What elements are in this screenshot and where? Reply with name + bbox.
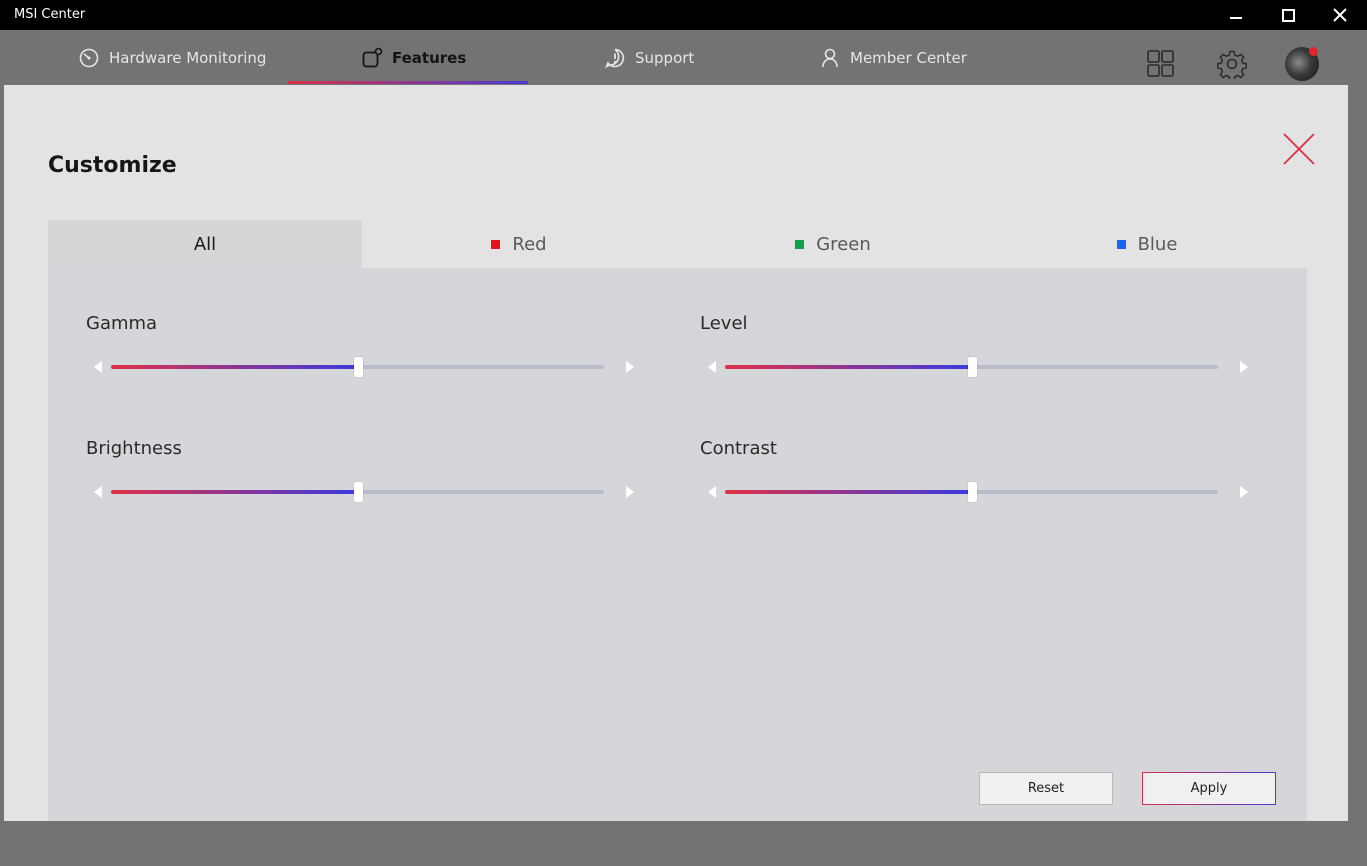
- slider-thumb[interactable]: [967, 482, 977, 502]
- slider-track[interactable]: [111, 482, 604, 502]
- tab-label: Blue: [1137, 233, 1178, 255]
- slider-thumb[interactable]: [353, 482, 363, 502]
- slider-fill: [725, 490, 972, 494]
- dialog-title: Customize: [48, 153, 177, 178]
- top-navigation: Hardware Monitoring Features Support Mem…: [0, 30, 1367, 85]
- person-icon: [822, 48, 838, 67]
- adjustment-panel: Gamma Level Brightness Contrast Reset Ap…: [48, 268, 1307, 821]
- tab-label: All: [193, 233, 217, 255]
- grid-icon[interactable]: [1147, 50, 1174, 77]
- nav-label: Features: [392, 48, 467, 67]
- customize-dialog: Customize All Red Green Blue Gamma Level: [4, 85, 1348, 821]
- decrease-arrow-icon[interactable]: [94, 486, 102, 498]
- level-label: Level: [700, 313, 748, 334]
- nav-hardware-monitoring[interactable]: Hardware Monitoring: [78, 30, 266, 85]
- decrease-arrow-icon[interactable]: [708, 486, 716, 498]
- decrease-arrow-icon[interactable]: [94, 361, 102, 373]
- blue-swatch-icon: [1116, 239, 1126, 249]
- minimize-icon: [1230, 17, 1242, 19]
- tab-label: Red: [512, 233, 547, 255]
- features-icon: [362, 47, 383, 67]
- contrast-label: Contrast: [700, 438, 777, 459]
- channel-tabs: All Red Green Blue: [48, 220, 1307, 268]
- chat-icon: [604, 48, 625, 68]
- active-tab-indicator: [288, 81, 528, 84]
- brightness-label: Brightness: [86, 438, 182, 459]
- slider-fill: [111, 365, 358, 369]
- slider-fill: [111, 490, 358, 494]
- reset-button[interactable]: Reset: [979, 772, 1113, 805]
- tab-green[interactable]: Green: [676, 220, 990, 268]
- tab-label: Green: [816, 233, 871, 255]
- red-swatch-icon: [491, 239, 501, 249]
- tab-blue[interactable]: Blue: [990, 220, 1304, 268]
- nav-features[interactable]: Features: [361, 30, 466, 85]
- nav-label: Support: [635, 48, 695, 67]
- contrast-slider[interactable]: [708, 480, 1248, 504]
- tab-red[interactable]: Red: [362, 220, 676, 268]
- window-title: MSI Center: [14, 7, 86, 22]
- increase-arrow-icon[interactable]: [626, 361, 634, 373]
- level-slider[interactable]: [708, 355, 1248, 379]
- close-icon[interactable]: [1282, 132, 1316, 166]
- gamma-label: Gamma: [86, 313, 158, 334]
- notification-dot: [1309, 47, 1318, 56]
- slider-track[interactable]: [725, 357, 1218, 377]
- window-title-bar: MSI Center: [0, 0, 1367, 30]
- gear-icon[interactable]: [1217, 49, 1247, 79]
- nav-label: Hardware Monitoring: [109, 48, 267, 67]
- nav-label: Member Center: [850, 48, 967, 67]
- green-swatch-icon: [795, 239, 805, 249]
- apply-button[interactable]: Apply: [1142, 772, 1276, 805]
- maximize-button[interactable]: [1265, 0, 1311, 30]
- slider-thumb[interactable]: [967, 357, 977, 377]
- increase-arrow-icon[interactable]: [1240, 361, 1248, 373]
- decrease-arrow-icon[interactable]: [708, 361, 716, 373]
- window-close-button[interactable]: [1317, 0, 1363, 30]
- brightness-slider[interactable]: [94, 480, 634, 504]
- close-icon: [1333, 8, 1347, 22]
- slider-track[interactable]: [111, 357, 604, 377]
- nav-support[interactable]: Support: [604, 30, 694, 85]
- slider-fill: [725, 365, 972, 369]
- minimize-button[interactable]: [1213, 0, 1259, 30]
- tab-all[interactable]: All: [48, 220, 362, 268]
- increase-arrow-icon[interactable]: [626, 486, 634, 498]
- maximize-icon: [1281, 8, 1295, 22]
- slider-thumb[interactable]: [353, 357, 363, 377]
- slider-track[interactable]: [725, 482, 1218, 502]
- increase-arrow-icon[interactable]: [1240, 486, 1248, 498]
- nav-member-center[interactable]: Member Center: [819, 30, 967, 85]
- gamma-slider[interactable]: [94, 355, 634, 379]
- gauge-icon: [79, 48, 99, 67]
